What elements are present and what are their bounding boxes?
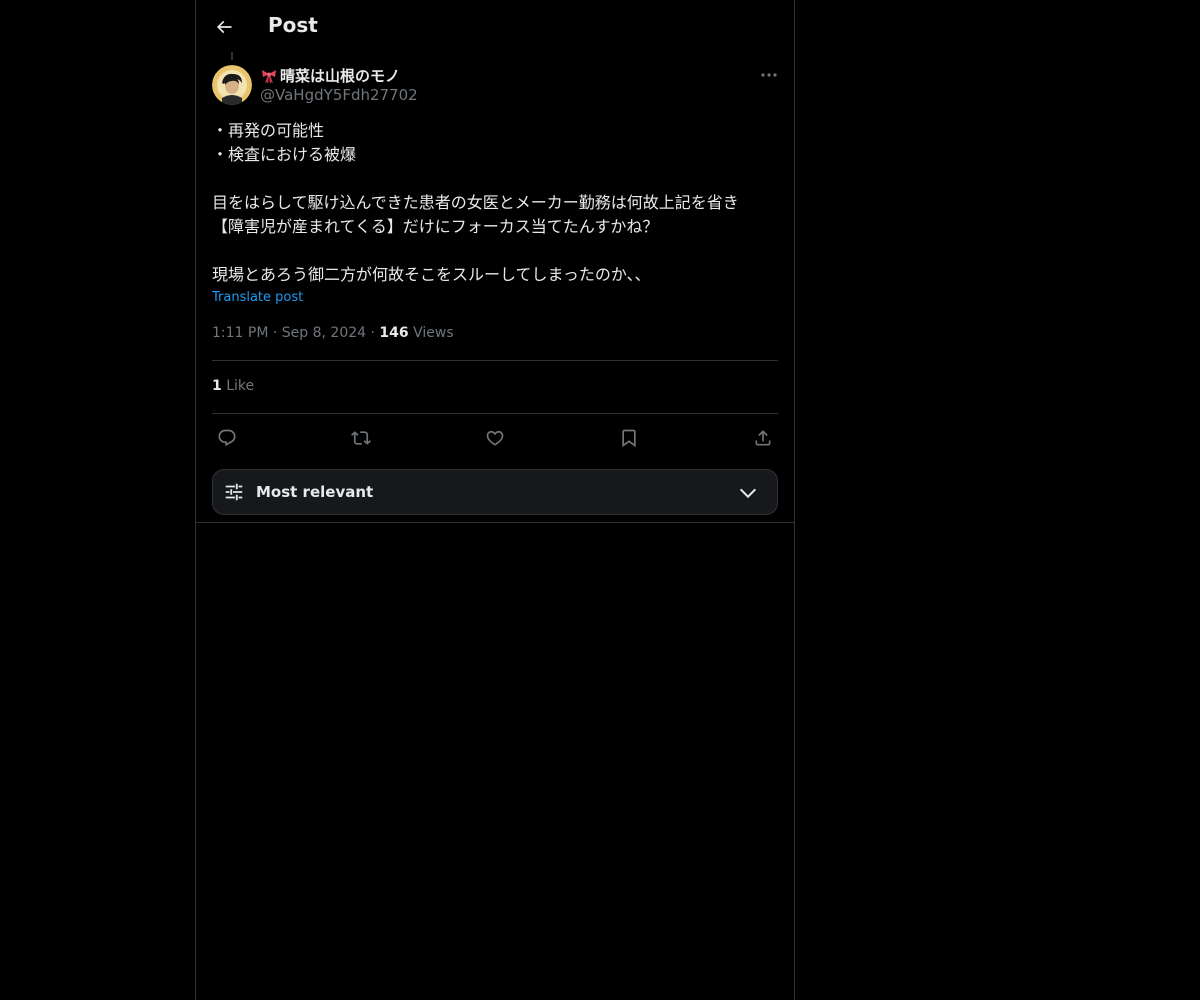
post-time[interactable]: 1:11 PM — [212, 325, 268, 341]
section-divider — [196, 522, 794, 523]
likes-label: Like — [226, 378, 255, 394]
arrow-left-icon — [216, 20, 232, 34]
like-button[interactable] — [480, 423, 510, 453]
reply-icon — [218, 429, 236, 447]
post-line — [212, 167, 778, 191]
more-dots-icon — [761, 73, 777, 77]
author-name-text: 晴菜は山根のモノ — [280, 67, 401, 85]
post-line: ・再発の可能性 — [212, 121, 325, 140]
action-bar — [212, 423, 778, 453]
views-count: 146 — [379, 325, 409, 341]
back-button[interactable] — [208, 11, 240, 43]
divider — [212, 360, 778, 361]
author-handle[interactable]: @VaHgdY5Fdh27702 — [260, 86, 418, 104]
bookmark-icon — [622, 429, 636, 448]
share-button[interactable] — [748, 423, 778, 453]
post-text: ・再発の可能性 ・検査における被爆 目をはらして駆け込んできた患者の女医とメーカ… — [212, 119, 778, 287]
translate-post-link[interactable]: Translate post — [212, 290, 303, 305]
share-icon — [755, 430, 771, 446]
post-line: 【障害児が産まれてくる】だけにフォーカス当てたんすかね？ — [212, 217, 659, 236]
separator-dot: · — [272, 325, 282, 341]
divider — [212, 413, 778, 414]
repost-button[interactable] — [346, 423, 376, 453]
reply-button[interactable] — [212, 423, 242, 453]
author-display-name[interactable]: 晴菜は山根のモノ — [260, 65, 400, 86]
page-title: Post — [268, 13, 318, 37]
thread-connector — [231, 52, 233, 60]
sliders-icon — [225, 483, 243, 501]
post-line: ・検査における被爆 — [212, 145, 357, 164]
views-label: Views — [413, 325, 454, 341]
main-column: Post 晴菜は山根のモノ @VaHgdY5Fdh27702 ・再発の可能性 ・… — [195, 0, 795, 1000]
chevron-down-icon — [739, 488, 757, 499]
post-line: 目をはらして駆け込んできた患者の女医とメーカー勤務は何故上記を省き — [212, 193, 739, 212]
likes-summary[interactable]: 1 Like — [212, 378, 254, 394]
avatar-image — [212, 65, 252, 105]
sort-label: Most relevant — [256, 483, 374, 501]
post-line — [212, 239, 778, 263]
more-options-button[interactable] — [756, 64, 782, 86]
reply-sort-dropdown[interactable]: Most relevant — [212, 469, 778, 515]
bookmark-button[interactable] — [614, 423, 644, 453]
post-date[interactable]: Sep 8, 2024 — [282, 325, 366, 341]
repost-icon — [351, 431, 371, 445]
avatar[interactable] — [212, 65, 252, 105]
post-line: 現場とあろう御二方が何故そこをスルーしてしまったのか、、 — [212, 265, 651, 284]
post-metadata: 1:11 PM · Sep 8, 2024 · 146 Views — [212, 325, 454, 341]
heart-icon — [486, 430, 504, 446]
likes-count: 1 — [212, 378, 222, 394]
ribbon-icon — [262, 69, 276, 84]
top-bar: Post — [196, 0, 794, 53]
